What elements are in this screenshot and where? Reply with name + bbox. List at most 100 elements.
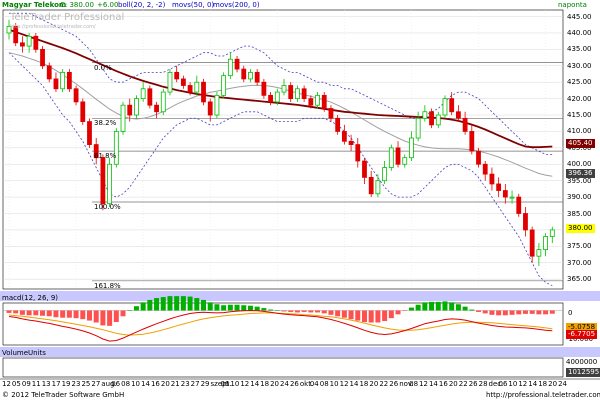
candle-body <box>476 150 481 165</box>
macd-histogram-bar <box>489 310 495 315</box>
macd-histogram-bar <box>449 302 455 311</box>
macd-histogram-bar <box>415 304 421 311</box>
time-axis-label: 18 <box>538 380 548 388</box>
macd-histogram-bar <box>361 310 367 323</box>
indicator-ma50[interactable]: movs(50, 0) <box>172 0 214 10</box>
macd-histogram-bar <box>133 306 139 311</box>
macd-histogram-bar <box>435 301 441 311</box>
volume-panel-title[interactable]: VolumeUnits <box>2 349 46 358</box>
candle-body <box>536 249 542 257</box>
time-axis-label: 10 <box>508 380 518 388</box>
time-axis-label: 13 <box>41 380 51 388</box>
candle-body <box>375 180 381 195</box>
price-axis-label: 415.00 <box>567 111 592 120</box>
candle-body <box>321 94 327 109</box>
candle-body <box>147 88 153 106</box>
macd-histogram-bar <box>442 301 448 311</box>
macd-histogram-bar <box>509 310 515 315</box>
time-axis-label: 14 <box>250 380 260 388</box>
macd-histogram-bar <box>93 310 99 323</box>
macd-histogram-bar <box>308 310 314 313</box>
candle-body <box>274 91 280 103</box>
instrument-title[interactable]: Magyar Telekom <box>2 0 66 10</box>
indicator-ma200[interactable]: movs(200, 0) <box>213 0 260 10</box>
period-selector[interactable]: naponta <box>558 0 587 10</box>
candle-body <box>395 147 401 165</box>
macd-histogram-bar <box>247 305 253 311</box>
candle-body <box>328 108 334 119</box>
teletrader-watermark: TeleTrader Professional http://professio… <box>10 12 124 31</box>
macd-histogram-bar <box>19 310 25 315</box>
candle-body <box>388 147 394 168</box>
candle-body <box>355 144 361 162</box>
macd-histogram-bar <box>154 298 160 311</box>
time-axis-label: 22 <box>379 380 389 388</box>
macd-histogram-bar <box>496 310 502 316</box>
fibonacci-label: 100.0% <box>94 203 121 212</box>
time-axis-label: 12 <box>240 380 250 388</box>
candle-body <box>214 94 220 116</box>
candle-body <box>100 157 106 205</box>
macd-histogram-bar <box>455 304 461 311</box>
time-axis-label: 29 <box>200 380 210 388</box>
price-axis-label: 390.00 <box>567 193 592 202</box>
candle-body <box>348 140 354 145</box>
time-axis-label: 22 <box>458 380 468 388</box>
macd-histogram-bar <box>328 310 334 315</box>
macd-histogram-bar <box>388 310 394 319</box>
candle-body <box>40 48 45 67</box>
candle-body <box>382 167 388 182</box>
footer-link[interactable]: http://professional.teletrader.com <box>486 390 600 400</box>
macd-histogram-bar <box>80 310 86 320</box>
time-axis-label: 20 <box>369 380 379 388</box>
fibonacci-label: 0.0% <box>94 63 112 72</box>
candle-body <box>496 183 502 191</box>
macd-histogram-bar <box>341 310 347 318</box>
price-axis-label: 365.00 <box>567 275 592 284</box>
time-axis-label: 10 <box>131 380 140 388</box>
candle-body <box>449 98 455 113</box>
price-axis-label: 425.00 <box>567 78 592 87</box>
candle-body <box>455 111 461 119</box>
time-axis-label: 23 <box>71 380 81 388</box>
macd-histogram-bar <box>127 310 133 311</box>
candle-body <box>482 163 488 175</box>
candle-body <box>415 117 421 139</box>
macd-histogram-bar <box>402 310 408 311</box>
candle-body <box>87 121 92 145</box>
time-axis-label: 25 <box>81 380 91 388</box>
candle-body <box>523 213 528 231</box>
price-axis-label: 400.00 <box>567 160 592 169</box>
time-axis-label: 08 <box>409 380 419 388</box>
footer-copyright: © 2012 TeleTrader Software GmbH <box>2 391 125 399</box>
macd-histogram-bar <box>469 309 475 311</box>
candle-body <box>201 81 206 103</box>
candle-body <box>227 58 233 77</box>
time-axis-label: 28 <box>478 380 488 388</box>
time-axis-label: 16 <box>150 380 160 388</box>
time-axis-label: 26 <box>389 380 399 388</box>
indicator-bollinger[interactable]: boll(20, 2, -2) <box>118 0 165 10</box>
time-axis-label: 24 <box>280 380 289 388</box>
macd-histogram-bar <box>167 296 173 311</box>
time-axis-label: 10 <box>230 380 240 388</box>
candle-body <box>127 104 133 116</box>
price-axis-label: 370.00 <box>567 258 592 267</box>
macd-histogram-bar <box>113 310 119 323</box>
macd-histogram-bar <box>26 310 32 316</box>
macd-panel-title[interactable]: macd(12, 26, 9) <box>2 294 58 303</box>
time-axis-label: 09 <box>21 380 31 388</box>
macd-histogram-bar <box>268 309 274 311</box>
candle-body <box>254 71 260 83</box>
macd-histogram-bar <box>254 306 260 311</box>
price-axis-label: 410.00 <box>567 127 592 136</box>
time-axis-label: 27 <box>91 380 101 388</box>
candle-body <box>529 229 535 257</box>
macd-histogram-bar <box>321 310 327 314</box>
candle-body <box>442 98 448 116</box>
macd-histogram-bar <box>529 310 535 314</box>
macd-histogram-bar <box>315 310 321 313</box>
macd-histogram-bar <box>13 310 19 314</box>
macd-histogram-bar <box>301 310 307 312</box>
candle-body <box>167 71 173 93</box>
